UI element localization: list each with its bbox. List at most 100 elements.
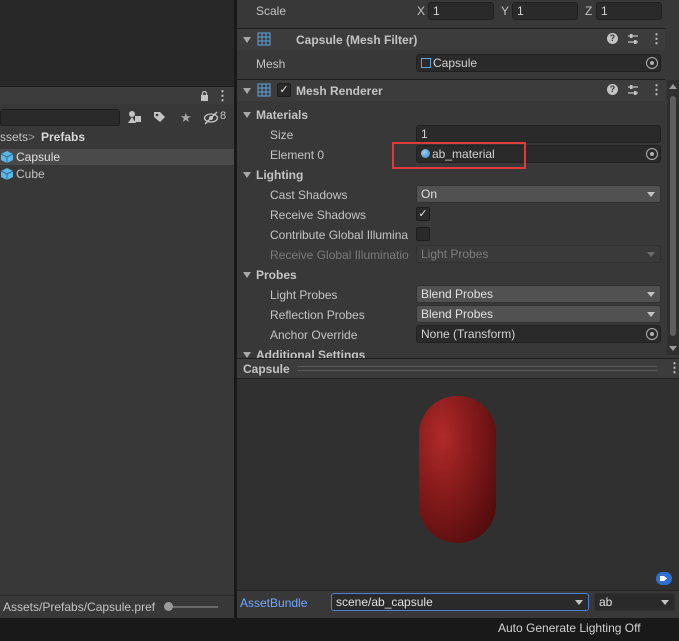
materials-foldout-arrow[interactable] — [243, 112, 251, 118]
status-bar: Auto Generate Lighting Off — [0, 618, 679, 641]
component-menu-icon[interactable]: ⋮ — [650, 82, 663, 98]
mesh-filter-icon — [257, 32, 271, 49]
light-probes-dropdown[interactable]: Blend Probes — [416, 285, 661, 303]
probes-label[interactable]: Probes — [256, 268, 297, 282]
scale-y-label[interactable]: Y — [501, 4, 509, 18]
mesh-renderer-icon — [257, 83, 271, 100]
lighting-foldout-arrow[interactable] — [243, 172, 251, 178]
help-icon[interactable]: ? — [607, 33, 618, 44]
presets-icon[interactable] — [627, 84, 639, 99]
light-probes-value: Blend Probes — [421, 287, 494, 301]
preview-title: Capsule — [243, 362, 290, 376]
asset-label-icon[interactable] — [656, 572, 672, 585]
asset-bundle-variant-value: ab — [599, 595, 613, 609]
mesh-filter-title: Capsule (Mesh Filter) — [296, 33, 418, 47]
asset-bundle-name-value: scene/ab_capsule — [336, 595, 433, 609]
prefab-icon — [0, 150, 14, 167]
capsule-preview-image[interactable] — [419, 396, 496, 543]
chevron-down-icon — [647, 192, 655, 197]
anchor-override-label: Anchor Override — [270, 328, 358, 342]
component-menu-icon[interactable]: ⋮ — [650, 31, 663, 47]
scale-x-label[interactable]: X — [417, 4, 425, 18]
chevron-down-icon — [647, 292, 655, 297]
element0-label: Element 0 — [270, 148, 325, 162]
cast-shadows-dropdown[interactable]: On — [416, 185, 661, 203]
element0-object-picker-icon[interactable] — [646, 148, 658, 160]
anchor-override-field[interactable]: None (Transform) — [416, 325, 661, 343]
mesh-icon — [421, 58, 431, 68]
prefab-icon — [0, 167, 14, 184]
scroll-thumb[interactable] — [670, 96, 676, 336]
contribute-gi-checkbox[interactable] — [416, 227, 430, 241]
list-item[interactable]: Cube — [0, 166, 234, 182]
hidden-packages-count: 8 — [220, 110, 227, 122]
breadcrumb-item-assets[interactable]: ssets — [0, 130, 28, 144]
inspector-scrollbar[interactable] — [667, 80, 679, 355]
materials-label[interactable]: Materials — [256, 108, 308, 122]
scene-view-area[interactable] — [0, 0, 234, 86]
project-search-input[interactable] — [0, 109, 120, 126]
contribute-gi-label: Contribute Global Illumina — [270, 228, 409, 242]
icon-size-slider-handle[interactable] — [164, 602, 173, 611]
scroll-up-arrow[interactable] — [669, 84, 677, 89]
presets-icon[interactable] — [627, 33, 639, 48]
light-probes-label: Light Probes — [270, 288, 338, 302]
lighting-label[interactable]: Lighting — [256, 168, 303, 182]
scale-x-field[interactable]: 1 — [428, 2, 494, 20]
project-footer: Assets/Prefabs/Capsule.pref — [0, 595, 234, 619]
asset-bundle-name-dropdown[interactable]: scene/ab_capsule — [331, 593, 589, 611]
scale-label: Scale — [256, 4, 287, 18]
favorite-star-icon[interactable]: ★ — [180, 110, 192, 126]
scroll-down-arrow[interactable] — [669, 346, 677, 351]
breadcrumb-item-prefabs[interactable]: Prefabs — [41, 130, 85, 144]
scale-z-label[interactable]: Z — [585, 4, 592, 18]
receive-shadows-checkbox[interactable]: ✓ — [416, 207, 430, 221]
list-item-label: Cube — [16, 167, 45, 181]
project-panel-header — [0, 87, 234, 104]
status-bar-text[interactable]: Auto Generate Lighting Off — [498, 621, 641, 635]
scale-z-field[interactable]: 1 — [596, 2, 662, 20]
preview-menu-icon[interactable]: ⋮ — [668, 360, 679, 376]
highlight-box — [392, 142, 526, 169]
mesh-object-picker-icon[interactable] — [646, 57, 658, 69]
filter-by-type-icon[interactable] — [127, 110, 143, 127]
preview-header[interactable]: Capsule ⋮ — [237, 359, 679, 379]
selected-asset-path: Assets/Prefabs/Capsule.pref — [3, 600, 156, 614]
asset-bundle-variant-dropdown[interactable]: ab — [594, 593, 675, 611]
mesh-object-field[interactable]: Capsule — [416, 54, 661, 72]
receive-gi-label: Receive Global Illuminatio — [270, 248, 409, 262]
scale-y-field[interactable]: 1 — [512, 2, 578, 20]
lock-icon[interactable] — [200, 90, 209, 101]
more-menu-icon[interactable]: ⋮ — [216, 88, 229, 104]
additional-settings-row[interactable]: Additional Settings — [237, 346, 665, 358]
receive-gi-value: Light Probes — [421, 247, 489, 261]
list-item[interactable]: Capsule — [0, 149, 234, 165]
mesh-renderer-title: Mesh Renderer — [296, 84, 383, 98]
filter-by-label-icon[interactable] — [153, 111, 166, 127]
chevron-down-icon — [647, 312, 655, 317]
breadcrumb-separator: > — [28, 130, 36, 144]
hidden-packages-toggle[interactable]: 8 — [203, 109, 233, 126]
receive-shadows-label: Receive Shadows — [270, 208, 367, 222]
preview-drag-handle[interactable] — [297, 366, 657, 371]
asset-bundle-label: AssetBundle — [240, 596, 308, 610]
reflection-probes-label: Reflection Probes — [270, 308, 365, 322]
reflection-probes-value: Blend Probes — [421, 307, 494, 321]
cast-shadows-value: On — [421, 187, 438, 201]
anchor-override-picker-icon[interactable] — [646, 328, 658, 340]
icon-size-slider-track[interactable] — [168, 606, 218, 608]
mesh-renderer-enabled-checkbox[interactable]: ✓ — [277, 83, 291, 97]
breadcrumb: ssets > Prefabs — [0, 130, 234, 146]
chevron-down-icon — [575, 600, 583, 605]
cast-shadows-label: Cast Shadows — [270, 188, 348, 202]
help-icon[interactable]: ? — [607, 84, 618, 95]
size-label: Size — [270, 128, 294, 142]
receive-gi-dropdown: Light Probes — [416, 245, 661, 263]
mesh-filter-foldout-arrow[interactable] — [243, 37, 251, 43]
reflection-probes-dropdown[interactable]: Blend Probes — [416, 305, 661, 323]
mesh-renderer-foldout-arrow[interactable] — [243, 88, 251, 94]
probes-foldout-arrow[interactable] — [243, 272, 251, 278]
chevron-down-icon — [661, 600, 669, 605]
size-field[interactable]: 1 — [416, 125, 661, 143]
project-panel: ⋮ ★ 8 ssets > Prefabs Capsule Cube Asset… — [0, 86, 234, 619]
